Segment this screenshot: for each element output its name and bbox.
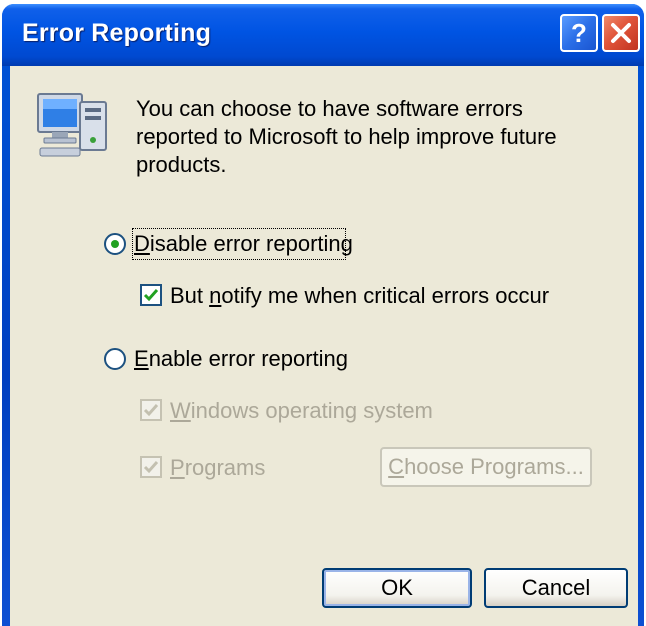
- choose-programs-button[interactable]: Choose Programs...: [380, 447, 592, 487]
- disable-reporting-label[interactable]: Disable error reporting: [134, 231, 353, 257]
- radio-selected-dot: [111, 240, 119, 248]
- close-icon: [611, 23, 631, 43]
- svg-text:?: ?: [571, 18, 587, 48]
- notify-critical-checkbox[interactable]: [140, 284, 162, 306]
- description-line-3: products.: [136, 152, 227, 177]
- disable-reporting-radio[interactable]: [104, 233, 126, 255]
- computer-icon: [37, 93, 107, 157]
- programs-label: Programs: [170, 455, 266, 480]
- notify-critical-label[interactable]: But notify me when critical errors occur: [170, 283, 549, 309]
- windows-os-label: Windows operating system: [170, 398, 433, 423]
- dialog-title: Error Reporting: [22, 19, 212, 47]
- checkmark-icon: [143, 461, 159, 474]
- windows-os-checkbox[interactable]: [140, 399, 162, 421]
- help-icon: ?: [571, 18, 587, 48]
- enable-reporting-radio[interactable]: [104, 348, 126, 370]
- cancel-button[interactable]: Cancel: [484, 568, 628, 608]
- error-reporting-dialog: Error Reporting ? You can choose to have…: [2, 4, 644, 626]
- description-line-1: You can choose to have software errors: [136, 96, 523, 121]
- dialog-body: You can choose to have software errors r…: [10, 66, 638, 626]
- enable-reporting-label[interactable]: Enable error reporting: [134, 346, 348, 372]
- close-button[interactable]: [602, 14, 640, 52]
- title-bar[interactable]: Error Reporting ?: [2, 4, 644, 66]
- help-button[interactable]: ?: [560, 14, 598, 52]
- ok-button[interactable]: OK: [322, 568, 472, 608]
- checkmark-icon: [143, 404, 159, 417]
- description-line-2: reported to Microsoft to help improve fu…: [136, 124, 557, 149]
- programs-checkbox[interactable]: [140, 456, 162, 478]
- checkmark-icon: [143, 289, 159, 302]
